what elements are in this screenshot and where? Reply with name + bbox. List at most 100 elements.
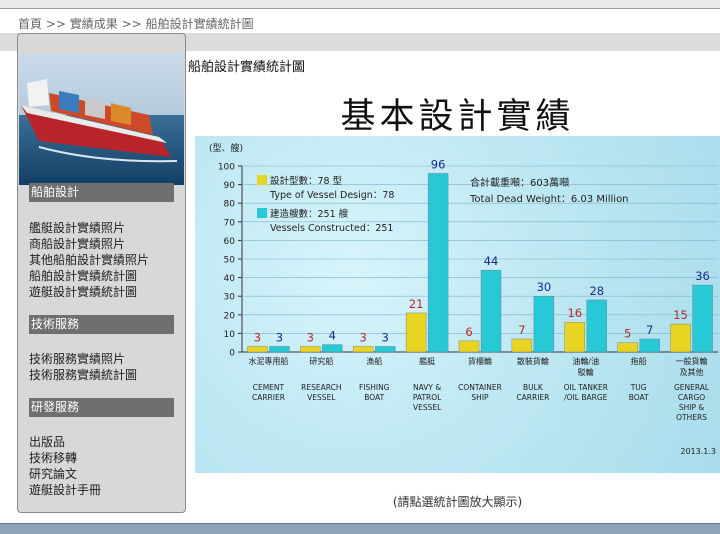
bar-design (670, 323, 691, 353)
sidebar-link-tech-photos[interactable]: 技術服務實績照片 (29, 351, 125, 367)
y-tick-label: 10 (224, 330, 236, 340)
bar-design (405, 312, 427, 353)
value-label-constructed: 96 (431, 157, 446, 171)
value-label-design: 3 (360, 330, 367, 344)
value-label-design: 3 (307, 330, 314, 344)
sidebar-link-publications[interactable]: 出版品 (29, 434, 65, 450)
bar-constructed (639, 338, 660, 353)
bar-constructed (375, 346, 396, 353)
y-tick-label: 100 (218, 163, 235, 173)
category-label-zh: 拖船 (631, 356, 647, 366)
legend-design-swatch (257, 175, 267, 185)
sidebar-section-tech-service: 技術服務 (29, 315, 174, 334)
y-tick-label: 70 (224, 218, 236, 228)
category-label-en: CARGO (678, 393, 705, 402)
value-label-design: 5 (624, 327, 631, 341)
sidebar-section-ship-design: 船舶設計 (29, 183, 174, 202)
bar-design (247, 346, 268, 353)
category-label-zh: 漁船 (366, 356, 382, 366)
value-label-design: 7 (518, 323, 525, 337)
category-label-en: OTHERS (676, 413, 707, 422)
bar-constructed (692, 284, 713, 353)
category-label-en: CARRIER (516, 393, 549, 402)
category-label-en: BULK (523, 383, 544, 392)
y-tick-label: 0 (229, 349, 235, 359)
category-label-en: CONTAINER (458, 383, 502, 392)
value-label-design: 6 (465, 325, 472, 339)
sidebar-link-merchant-photos[interactable]: 商船設計實績照片 (29, 236, 125, 252)
total-dead-weight-zh: 合計載重噸：603萬噸 (470, 176, 569, 189)
value-label-constructed: 3 (276, 330, 283, 344)
category-label-en: NAVY & (413, 383, 441, 392)
sidebar: 船舶設計 艦艇設計實績照片 商船設計實績照片 其他船舶設計實績照片 船舶設計實績… (17, 33, 186, 513)
category-label-zh: 散裝貨輪 (517, 356, 549, 366)
category-label-en: FISHING (359, 383, 390, 392)
value-label-constructed: 3 (382, 330, 389, 344)
sidebar-link-other-photos[interactable]: 其他船舶設計實績照片 (29, 252, 149, 268)
sidebar-link-papers[interactable]: 研究論文 (29, 466, 77, 482)
category-label-en: /OIL BARGE (564, 393, 608, 402)
sidebar-link-tech-transfer[interactable]: 技術移轉 (29, 450, 77, 466)
value-label-constructed: 30 (537, 280, 552, 294)
category-label-en: VESSEL (307, 393, 336, 402)
breadcrumb-current: 船舶設計實績統計圖 (145, 17, 254, 31)
bar-constructed (480, 269, 502, 353)
y-tick-label: 30 (224, 293, 236, 303)
y-tick-label: 40 (224, 274, 236, 284)
value-label-constructed: 36 (695, 269, 710, 283)
breadcrumb-home-link[interactable]: 首頁 (18, 17, 42, 31)
chart-date: 2013.1.3 (680, 447, 716, 456)
y-tick-label: 90 (224, 181, 236, 191)
sidebar-link-yacht-stats[interactable]: 遊艇設計實績統計圖 (29, 284, 137, 300)
sidebar-link-navy-photos[interactable]: 艦艇設計實績照片 (29, 220, 125, 236)
bar-constructed (322, 344, 343, 353)
bar-design (617, 342, 638, 353)
value-label-design: 3 (254, 330, 261, 344)
value-label-design: 15 (673, 308, 688, 322)
total-dead-weight-en: Total Dead Weight：6.03 Million (469, 194, 629, 205)
page-title: 船舶設計實績統計圖 (188, 60, 306, 75)
y-tick-label: 20 (224, 311, 236, 321)
category-label-en: BOAT (629, 393, 649, 402)
chart-heading: 基本設計實績 (340, 97, 575, 137)
bar-design (511, 338, 533, 353)
category-label-zh: 水泥專用船 (248, 356, 288, 366)
category-label-en: SHIP & (679, 403, 705, 412)
sidebar-link-yacht-handbook[interactable]: 遊艇設計手冊 (29, 482, 101, 498)
value-label-constructed: 28 (589, 284, 604, 298)
y-tick-label: 80 (224, 200, 236, 210)
bar-constructed (533, 295, 555, 353)
bar-chart: (型、艘) 0 10 20 30 40 50 60 70 80 90 100 3 3 水泥專用船 CEMEN… (209, 142, 718, 456)
legend-design-zh: 設計型數：78 型 (270, 175, 343, 187)
legend-design-en: Type of Vessel Design：78 (269, 190, 394, 201)
breadcrumb-separator: >> (45, 17, 66, 31)
value-label-constructed: 44 (484, 254, 499, 268)
category-label-en: PATROL (413, 393, 442, 402)
bar-design (458, 340, 480, 353)
breadcrumb-separator: >> (121, 17, 142, 31)
category-label-zh: 及其他 (680, 367, 704, 377)
category-label-en: CARRIER (252, 393, 285, 402)
value-label-constructed: 4 (329, 329, 336, 343)
category-label-zh: 研究船 (309, 356, 333, 366)
y-tick-label: 50 (224, 256, 236, 266)
chart-image[interactable]: (型、艘) 0 10 20 30 40 50 60 70 80 90 100 3 3 水泥專用船 CEMEN… (195, 136, 720, 473)
bar-constructed (427, 173, 449, 353)
category-label-en: OIL TANKER (564, 383, 608, 392)
breadcrumb-achievements-link[interactable]: 實績成果 (70, 17, 118, 31)
value-label-constructed: 7 (646, 323, 653, 337)
category-label-en: CEMENT (253, 383, 285, 392)
ship-photo (19, 53, 184, 185)
bar-constructed (586, 299, 607, 353)
taskbar (0, 523, 720, 534)
sidebar-link-tech-stats[interactable]: 技術服務實績統計圖 (29, 367, 137, 383)
value-label-design: 16 (567, 306, 582, 320)
legend-built-en: Vessels Constructed：251 (270, 223, 393, 234)
breadcrumb: 首頁 >> 實績成果 >> 船舶設計實績統計圖 (18, 15, 254, 32)
sidebar-section-rnd: 研發服務 (29, 398, 174, 417)
enlarge-hint: (請點選統計圖放大顯示) (392, 495, 523, 509)
category-label-en: BOAT (364, 393, 384, 402)
category-label-en: TUG (630, 383, 647, 392)
category-label-en: RESEARCH (301, 383, 341, 392)
sidebar-link-ship-stats[interactable]: 船舶設計實績統計圖 (29, 268, 137, 284)
